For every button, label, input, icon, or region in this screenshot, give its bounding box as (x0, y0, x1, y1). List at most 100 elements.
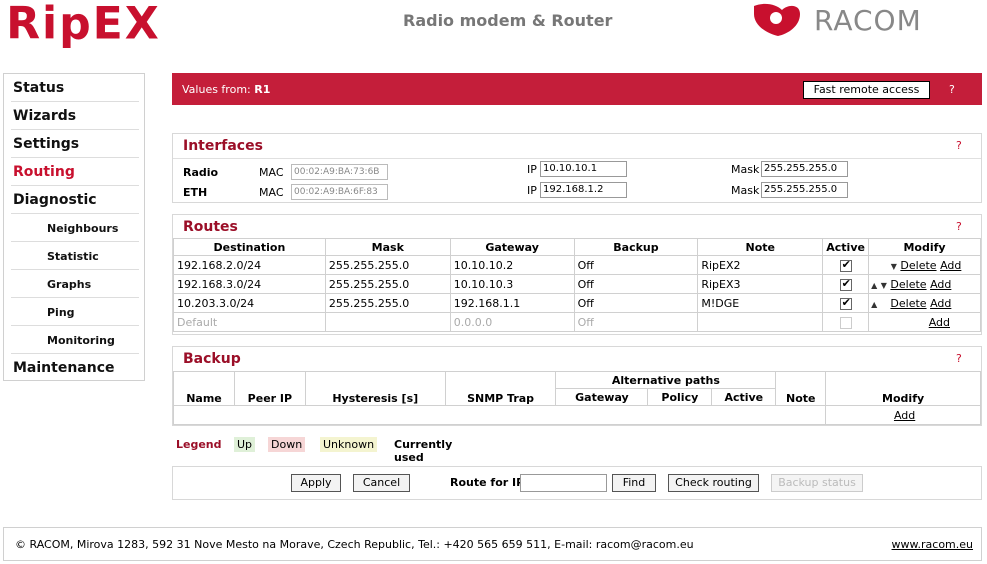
add-link[interactable]: Add (940, 259, 961, 272)
col-name: Name (173, 371, 235, 406)
radio-interface-label: Radio (183, 166, 219, 179)
sidebar-item-status[interactable]: Status (11, 75, 139, 102)
interfaces-title: Interfaces (183, 138, 263, 154)
sidebar-item-ping[interactable]: Ping (11, 299, 139, 326)
route-backup[interactable]: Off (573, 255, 699, 275)
route-modify-cell: ▲ ▼ Delete Add (868, 293, 981, 313)
values-from-label: Values from: R1 (182, 83, 270, 96)
footer-contact: © RACOM, Mirova 1283, 592 31 Nove Mesto … (15, 538, 694, 551)
racom-logo: RACOM (754, 3, 921, 37)
route-gateway[interactable]: 192.168.1.1 (449, 293, 575, 313)
route-destination[interactable]: 10.203.3.0/24 (173, 293, 326, 313)
radio-mac-label: MAC (259, 166, 284, 179)
sidebar-item-maintenance[interactable]: Maintenance (11, 355, 139, 382)
legend-currently-used: Currently used (394, 438, 453, 464)
add-link[interactable]: Add (930, 297, 951, 310)
route-destination[interactable]: 192.168.2.0/24 (173, 255, 326, 275)
footer: © RACOM, Mirova 1283, 592 31 Nove Mesto … (3, 527, 982, 561)
sidebar-item-routing[interactable]: Routing (11, 159, 139, 186)
routes-header-row: Destination Mask Gateway Backup Note Act… (173, 238, 981, 256)
interfaces-help-icon[interactable]: ? (956, 139, 962, 152)
route-gateway[interactable]: 10.10.10.3 (449, 274, 575, 294)
col-alt-policy: Policy (647, 388, 713, 406)
backup-add-link[interactable]: Add (894, 409, 915, 422)
delete-link[interactable]: Delete (900, 259, 936, 272)
delete-link[interactable]: Delete (890, 278, 926, 291)
route-destination[interactable]: 192.168.3.0/24 (173, 274, 326, 294)
sidebar-item-monitoring[interactable]: Monitoring (11, 327, 139, 354)
legend-down: Down (268, 437, 306, 452)
col-backup-note: Note (775, 371, 827, 406)
route-for-ip-input[interactable] (520, 474, 607, 492)
route-note[interactable]: RipEX3 (697, 274, 824, 294)
route-gateway[interactable]: 10.10.10.2 (449, 255, 575, 275)
values-from-station: R1 (254, 83, 271, 96)
add-link[interactable]: Add (930, 278, 951, 291)
col-alt-gateway: Gateway (555, 388, 649, 406)
eth-mac-label: MAC (259, 186, 284, 199)
col-backup: Backup (573, 238, 699, 256)
route-active-checkbox[interactable] (839, 296, 852, 310)
add-link[interactable]: Add (929, 316, 950, 329)
table-row: 10.203.3.0/24 255.255.255.0 192.168.1.1 … (173, 293, 981, 313)
route-default-active-cell (822, 312, 870, 332)
backup-help-icon[interactable]: ? (956, 352, 962, 365)
col-gateway: Gateway (449, 238, 575, 256)
route-note[interactable]: RipEX2 (697, 255, 824, 275)
sidebar-item-statistic[interactable]: Statistic (11, 243, 139, 270)
values-from-prefix: Values from: (182, 83, 251, 96)
radio-ip-field[interactable]: 10.10.10.1 (540, 161, 627, 177)
route-note[interactable]: M!DGE (697, 293, 824, 313)
route-backup[interactable]: Off (573, 274, 699, 294)
sidebar-item-graphs[interactable]: Graphs (11, 271, 139, 298)
move-down-icon[interactable]: ▼ (881, 281, 887, 290)
route-default-gateway[interactable]: 0.0.0.0 (449, 312, 575, 332)
apply-button[interactable]: Apply (291, 474, 341, 492)
route-active-checkbox[interactable] (839, 277, 852, 291)
radio-mac-field: 00:02:A9:BA:73:6B (291, 164, 388, 180)
route-mask[interactable]: 255.255.255.0 (324, 255, 451, 275)
route-mask[interactable]: 255.255.255.0 (324, 274, 451, 294)
delete-link[interactable]: Delete (890, 297, 926, 310)
fast-remote-access-button[interactable]: Fast remote access (803, 81, 930, 99)
cancel-button[interactable]: Cancel (353, 474, 410, 492)
routes-panel: Routes ? Destination Mask Gateway Backup… (172, 214, 982, 335)
route-active-checkbox[interactable] (839, 258, 852, 272)
route-modify-cell: ▲ ▼ Delete Add (868, 255, 981, 275)
legend-up: Up (234, 437, 256, 452)
route-mask[interactable]: 255.255.255.0 (324, 293, 451, 313)
eth-ip-field[interactable]: 192.168.1.2 (540, 182, 627, 198)
eth-mask-field[interactable]: 255.255.255.0 (761, 182, 848, 198)
route-active-cell (822, 293, 870, 313)
eth-interface-label: ETH (183, 186, 208, 199)
col-note: Note (697, 238, 824, 256)
move-up-icon[interactable]: ▲ (871, 300, 877, 309)
route-backup[interactable]: Off (573, 293, 699, 313)
check-routing-button[interactable]: Check routing (668, 474, 759, 492)
legend-unknown: Unknown (320, 437, 378, 452)
table-row: 192.168.3.0/24 255.255.255.0 10.10.10.3 … (173, 274, 981, 294)
route-default-destination: Default (173, 312, 326, 332)
route-default-active-checkbox[interactable] (839, 316, 852, 329)
move-up-icon[interactable]: ▲ (871, 281, 877, 290)
action-bar: Apply Cancel Route for IP: Find Check ro… (172, 466, 982, 500)
sidebar-item-wizards[interactable]: Wizards (11, 103, 139, 130)
route-default-backup[interactable]: Off (573, 312, 699, 332)
backup-modify-cell: Add (825, 405, 981, 425)
page-subtitle: Radio modem & Router (403, 11, 613, 30)
divider (173, 158, 981, 159)
route-active-cell (822, 274, 870, 294)
backup-header-row-1: Name Peer IP Hysteresis [s] SNMP Trap Al… (173, 371, 981, 406)
col-mask: Mask (324, 238, 451, 256)
move-down-icon[interactable]: ▼ (891, 262, 897, 271)
route-modify-cell: ▲ ▼ Delete Add (868, 274, 981, 294)
sidebar-item-settings[interactable]: Settings (11, 131, 139, 158)
sidebar-item-neighbours[interactable]: Neighbours (11, 215, 139, 242)
routes-help-icon[interactable]: ? (956, 220, 962, 233)
find-button[interactable]: Find (612, 474, 656, 492)
values-help-icon[interactable]: ? (949, 83, 955, 96)
footer-website-link[interactable]: www.racom.eu (892, 538, 973, 551)
sidebar-item-diagnostic[interactable]: Diagnostic (11, 187, 139, 214)
header: RipEX Radio modem & Router RACOM (0, 0, 987, 60)
radio-mask-field[interactable]: 255.255.255.0 (761, 161, 848, 177)
